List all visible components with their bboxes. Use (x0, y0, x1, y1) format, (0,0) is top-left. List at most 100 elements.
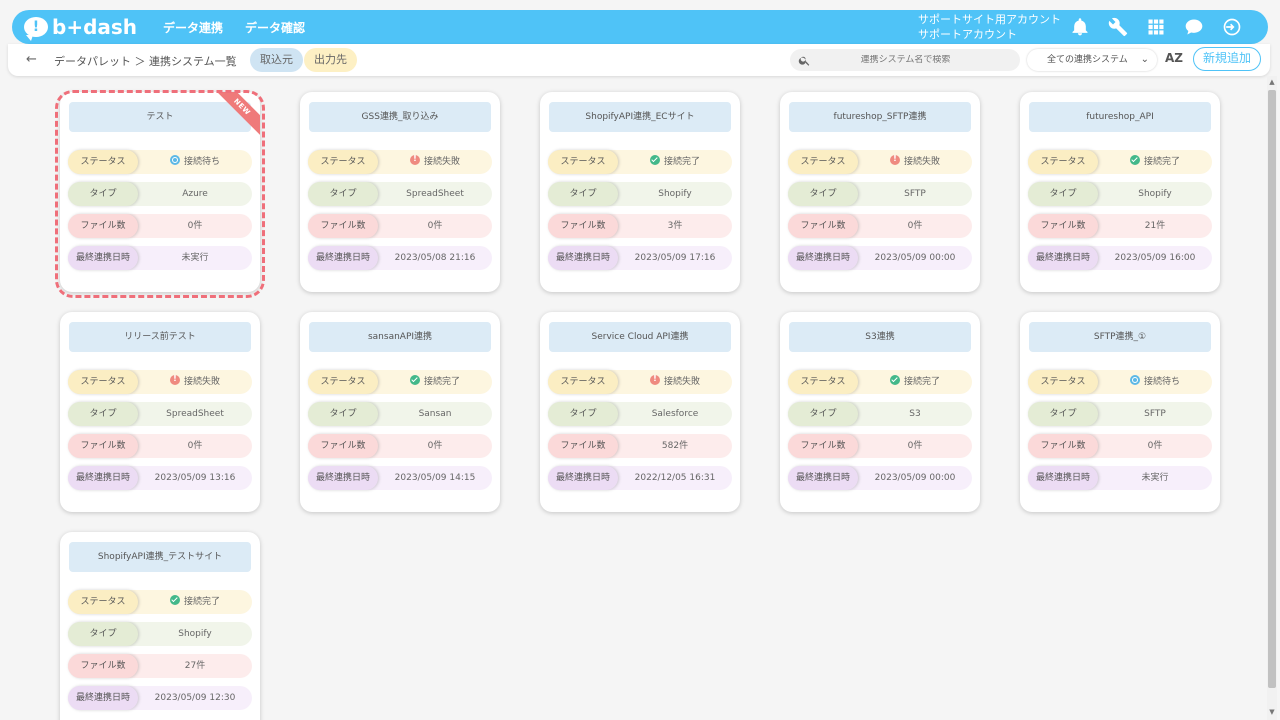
last-sync-label: 最終連携日時 (68, 466, 138, 490)
last-sync-label: 最終連携日時 (308, 466, 378, 490)
system-card[interactable]: ShopifyAPI連携_テストサイト ステータス 接続完了 タイプ Shopify ファ… (60, 532, 260, 720)
status-value: 接続完了 (1098, 150, 1212, 174)
system-card[interactable]: futureshop_SFTP連携ステータス 接続失敗タイプ SFTP ファイル数 0件… (780, 92, 980, 292)
status-label: ステータス (788, 370, 858, 394)
status-value: 接続失敗 (378, 150, 492, 174)
status-value: 接続失敗 (858, 150, 972, 174)
logo-bubble-icon: ! (24, 17, 48, 41)
add-new-button[interactable]: 新規追加 (1193, 47, 1261, 71)
last-sync-label: 最終連携日時 (308, 246, 378, 270)
status-row: ステータス 接続待ち (1028, 370, 1212, 394)
files-label: ファイル数 (68, 654, 138, 678)
status-ok-icon (889, 375, 900, 385)
system-card[interactable]: futureshop_API ステータス 接続完了 タイプ Shopify ファイル数 21… (1020, 92, 1220, 292)
card-title: リリース前テスト (69, 322, 251, 352)
breadcrumb: データパレット ＞ 連携システム一覧 (54, 55, 237, 68)
system-card[interactable]: リリース前テストステータス 接続失敗タイプ SpreadSheet ファイル数 0件最終… (60, 312, 260, 512)
status-label: ステータス (548, 370, 618, 394)
wrench-icon[interactable] (1106, 15, 1130, 39)
status-text: 接続完了 (903, 377, 940, 387)
system-card[interactable]: ShopifyAPI連携_ECサイト ステータス 接続完了 タイプ Shopify ファイ… (540, 92, 740, 292)
files-row: ファイル数 0件 (1028, 434, 1212, 458)
type-value: Sansan (418, 409, 452, 419)
type-value: SFTP (904, 189, 926, 199)
card-title: futureshop_API (1029, 102, 1211, 132)
status-row: ステータス 接続完了 (788, 370, 972, 394)
last-sync-row: 最終連携日時 2023/05/08 21:16 (308, 246, 492, 270)
files-value: 0件 (187, 441, 203, 451)
logo[interactable]: ! b+dash (24, 15, 138, 41)
grid-icon[interactable] (1144, 15, 1168, 39)
system-card[interactable]: SFTP連携_① ステータス 接続待ち タイプ SFTP ファイル数 0件 最終連携日時 未実行 (1020, 312, 1220, 512)
card-title: テスト (69, 102, 251, 132)
status-label: ステータス (788, 150, 858, 174)
status-row: ステータス 接続完了 (308, 370, 492, 394)
system-card[interactable]: sansanAPI連携 ステータス 接続完了 タイプ Sansan ファイル数 0件 最終連携… (300, 312, 500, 512)
type-label: タイプ (68, 622, 138, 646)
type-row: タイプ SFTP (1028, 402, 1212, 426)
status-text: 接続失敗 (663, 377, 700, 387)
system-card[interactable]: S3連携 ステータス 接続完了 タイプ S3 ファイル数 0件 最終連携日時 2023/05/0… (780, 312, 980, 512)
type-row: タイプ Shopify (548, 182, 732, 206)
status-text: 接続失敗 (423, 157, 460, 167)
search-input[interactable] (811, 55, 1000, 65)
last-sync-value: 未実行 (1141, 473, 1169, 483)
account-info[interactable]: サポートサイト用アカウント サポートアカウント (918, 12, 1061, 42)
chat-icon[interactable] (1182, 15, 1206, 39)
nav-data-link[interactable]: データ連携 (163, 19, 223, 36)
status-wait-icon (1129, 375, 1140, 385)
status-row: ステータス 接続失敗 (308, 150, 492, 174)
last-sync-value: 2023/05/08 21:16 (394, 253, 476, 263)
tab-import-source[interactable]: 取込元 (250, 48, 303, 72)
status-value: 接続失敗 (138, 370, 252, 394)
status-row: ステータス 接続失敗 (68, 370, 252, 394)
status-ok-icon (409, 375, 420, 385)
last-sync-value: 2023/05/09 00:00 (874, 253, 956, 263)
last-sync-value: 2023/05/09 14:15 (394, 473, 476, 483)
type-row: タイプ Sansan (308, 402, 492, 426)
scrollbar[interactable]: ▲ ▼ (1267, 76, 1277, 720)
system-filter-select[interactable]: 全ての連携システム ⌄ (1027, 49, 1157, 71)
card-title: sansanAPI連携 (309, 322, 491, 352)
sort-az-icon[interactable]: AZ (1165, 51, 1183, 65)
status-text: 接続完了 (183, 597, 220, 607)
chevron-down-icon: ⌄ (1140, 54, 1149, 65)
type-row: タイプ SpreadSheet (68, 402, 252, 426)
files-value: 0件 (907, 441, 923, 451)
scroll-thumb[interactable] (1268, 90, 1276, 688)
system-card[interactable]: GSS連携_取り込みステータス 接続失敗タイプ SpreadSheet ファイル数 0件… (300, 92, 500, 292)
system-card[interactable]: テスト ステータス 接続待ち タイプ Azure ファイル数 0件 最終連携日時 未実行 NEW (60, 92, 260, 292)
status-ok-icon (1129, 155, 1140, 165)
type-label: タイプ (1028, 402, 1098, 426)
account-name: サポートサイト用アカウント (918, 13, 1061, 26)
last-sync-row: 最終連携日時 2022/12/05 16:31 (548, 466, 732, 490)
scroll-down-icon[interactable]: ▼ (1267, 708, 1277, 718)
files-row: ファイル数 0件 (68, 214, 252, 238)
status-label: ステータス (68, 370, 138, 394)
type-row: タイプ Salesforce (548, 402, 732, 426)
logo-text: b+dash (52, 15, 138, 39)
logout-icon[interactable] (1220, 15, 1244, 39)
type-value: Shopify (178, 629, 212, 639)
status-text: 接続失敗 (903, 157, 940, 167)
nav-data-check[interactable]: データ確認 (245, 19, 305, 36)
status-text: 接続失敗 (183, 377, 220, 387)
tab-output-target[interactable]: 出力先 (304, 48, 357, 72)
status-row: ステータス 接続完了 (1028, 150, 1212, 174)
system-card[interactable]: Service Cloud API連携ステータス 接続失敗タイプ Salesforc… (540, 312, 740, 512)
last-sync-label: 最終連携日時 (1028, 466, 1098, 490)
type-label: タイプ (308, 402, 378, 426)
last-sync-label: 最終連携日時 (788, 246, 858, 270)
files-value: 0件 (427, 441, 443, 451)
status-row: ステータス 接続失敗 (788, 150, 972, 174)
status-label: ステータス (308, 370, 378, 394)
bell-icon[interactable] (1068, 15, 1092, 39)
last-sync-label: 最終連携日時 (788, 466, 858, 490)
search-icon (798, 56, 810, 66)
status-ok-icon (169, 595, 180, 605)
scroll-up-icon[interactable]: ▲ (1267, 78, 1277, 88)
last-sync-label: 最終連携日時 (68, 686, 138, 710)
back-arrow-icon[interactable]: ← (26, 52, 37, 67)
last-sync-value: 2023/05/09 12:30 (154, 693, 236, 703)
files-row: ファイル数 0件 (788, 214, 972, 238)
